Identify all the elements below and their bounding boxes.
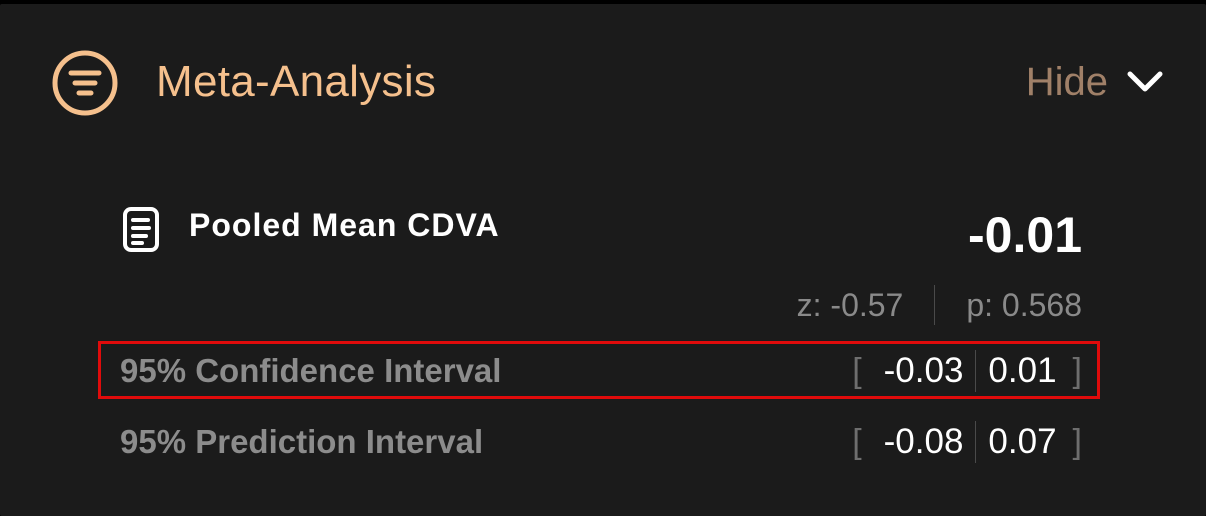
divider — [975, 421, 977, 463]
interval-lower-bound: -0.03 — [883, 351, 964, 390]
confidence-interval-row: 95% Confidence Interval [ -0.03 0.01 ] — [100, 344, 1098, 398]
hide-toggle-button[interactable]: Hide — [1026, 56, 1164, 108]
close-bracket: ] — [1072, 352, 1082, 390]
interval-label: 95% Prediction Interval — [120, 423, 484, 460]
z-statistic: z: -0.57 — [796, 286, 904, 323]
open-bracket: [ — [852, 423, 862, 461]
divider — [975, 350, 977, 392]
interval-label: 95% Confidence Interval — [120, 352, 502, 389]
open-bracket: [ — [852, 352, 862, 390]
meta-analysis-panel: Meta-Analysis Hide Pooled Mean CDVA -0.0… — [0, 4, 1206, 516]
hide-label: Hide — [1025, 60, 1108, 104]
filter-lines-circle-icon — [52, 50, 118, 116]
prediction-interval-row: 95% Prediction Interval [ -0.08 0.07 ] — [100, 415, 1098, 469]
interval-values: [ -0.08 0.07 ] — [852, 415, 1082, 469]
p-value: p: 0.568 — [966, 286, 1082, 323]
divider — [934, 285, 936, 325]
interval-lower-bound: -0.08 — [883, 422, 964, 461]
test-statistics: z: -0.57 p: 0.568 — [797, 284, 1082, 326]
pooled-mean-label: Pooled Mean CDVA — [189, 207, 500, 243]
close-bracket: ] — [1072, 423, 1082, 461]
document-icon — [123, 207, 159, 252]
section-title: Meta-Analysis — [156, 57, 437, 106]
chevron-down-icon — [1127, 71, 1163, 92]
interval-upper-bound: 0.07 — [988, 422, 1057, 461]
interval-values: [ -0.03 0.01 ] — [852, 344, 1082, 398]
interval-upper-bound: 0.01 — [988, 351, 1057, 390]
pooled-mean-value: -0.01 — [968, 207, 1082, 263]
